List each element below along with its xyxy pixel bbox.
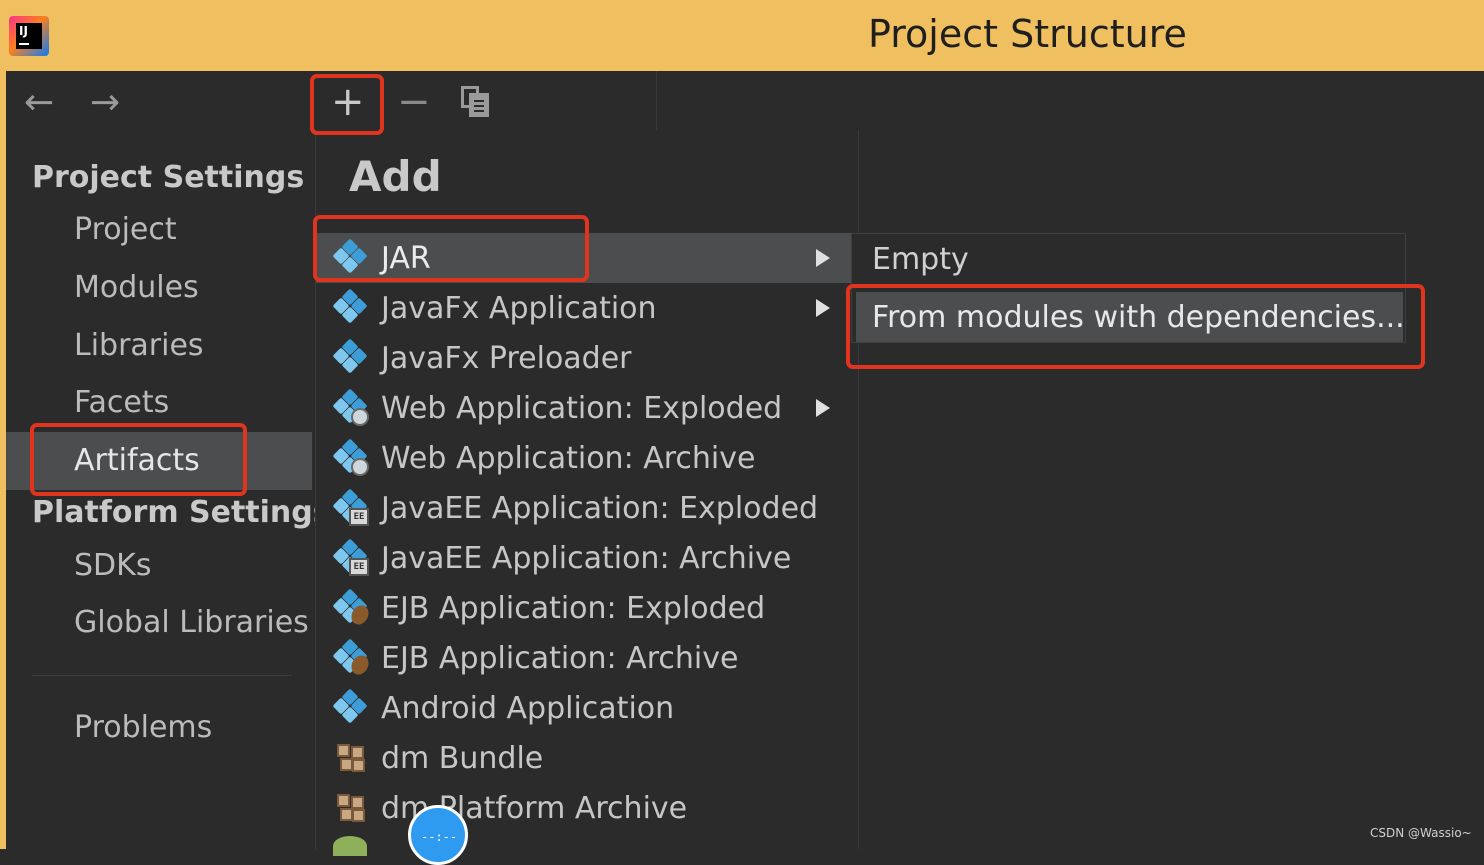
menu-item-label: JavaEE Application: Archive (381, 540, 792, 576)
submenu-arrow-icon (816, 299, 830, 317)
menu-item-label: JavaEE Application: Exploded (381, 490, 819, 526)
platform-settings-heading: Platform Settings (32, 495, 331, 530)
menu-item-web-application-archive[interactable]: Web Application: Archive (332, 433, 756, 483)
web-app-icon (332, 438, 369, 476)
annotation-box-jar (313, 215, 589, 282)
add-popup-title: Add (349, 152, 442, 201)
window-title: Project Structure (868, 12, 1187, 56)
sidebar-item-problems[interactable]: Problems (74, 710, 212, 745)
menu-item-javaee-application-exploded[interactable]: EE JavaEE Application: Exploded (332, 483, 819, 533)
menu-item-label: EJB Application: Exploded (381, 590, 766, 626)
forward-arrow-icon[interactable]: → (90, 82, 120, 123)
dm-bundle-icon (333, 740, 369, 776)
intellij-logo-icon: IJ (9, 16, 49, 56)
javaee-app-icon: EE (332, 488, 369, 526)
copy-icon[interactable] (461, 86, 491, 117)
annotation-box-artifacts (30, 423, 247, 496)
watermark: CSDN @Wassio~ (1370, 826, 1472, 840)
title-bar: IJ Project Structure (0, 0, 1484, 71)
menu-item-javafx-preloader[interactable]: JavaFx Preloader (332, 333, 632, 383)
annotation-box-add (310, 74, 384, 135)
app-logo-text: IJ (19, 24, 28, 38)
menu-item-android-application[interactable]: Android Application (332, 683, 675, 733)
menu-item-ejb-application-archive[interactable]: EJB Application: Archive (332, 633, 739, 683)
dm-platform-icon (333, 790, 369, 826)
menu-item-dm-platform-archive[interactable]: dm Platform Archive (333, 783, 687, 833)
menu-item-label: EJB Application: Archive (381, 640, 739, 676)
remove-button[interactable]: − (397, 80, 431, 124)
android-app-icon (332, 688, 369, 726)
toolbar-separator (656, 71, 657, 131)
menu-item-label: JavaFx Application (381, 290, 657, 326)
annotation-box-from-modules (846, 284, 1425, 369)
javafx-preloader-icon (332, 338, 369, 376)
javaee-app-icon: EE (332, 538, 369, 576)
web-app-icon (332, 388, 369, 426)
submenu-item-empty[interactable]: Empty (872, 242, 969, 277)
floating-timer-bubble[interactable]: --:-- (408, 805, 468, 865)
menu-item-label: JavaFx Preloader (381, 340, 632, 376)
sidebar-divider (32, 675, 292, 676)
menu-item-label: Web Application: Exploded (381, 390, 783, 426)
javafx-app-icon (332, 288, 369, 326)
sidebar-item-facets[interactable]: Facets (74, 385, 169, 420)
sidebar-item-modules[interactable]: Modules (74, 270, 199, 305)
sidebar-item-project[interactable]: Project (74, 212, 177, 247)
submenu-arrow-icon (816, 399, 830, 417)
menu-item-label: Web Application: Archive (381, 440, 756, 476)
android-partial-icon (333, 836, 367, 856)
sidebar-item-libraries[interactable]: Libraries (74, 328, 204, 363)
menu-item-label: Android Application (381, 690, 675, 726)
menu-item-ejb-application-exploded[interactable]: EJB Application: Exploded (332, 583, 766, 633)
menu-item-web-application-exploded[interactable]: Web Application: Exploded (332, 383, 783, 433)
ejb-app-icon (332, 588, 372, 628)
project-settings-heading: Project Settings (32, 160, 305, 195)
submenu-arrow-icon (816, 249, 830, 267)
sidebar-item-sdks[interactable]: SDKs (74, 548, 151, 583)
menu-item-dm-bundle[interactable]: dm Bundle (333, 733, 543, 783)
ejb-app-icon (332, 638, 372, 678)
sidebar-item-global-libraries[interactable]: Global Libraries (74, 605, 309, 640)
menu-item-javaee-application-archive[interactable]: EE JavaEE Application: Archive (332, 533, 792, 583)
menu-item-javafx-application[interactable]: JavaFx Application (332, 283, 657, 333)
menu-item-label: dm Bundle (381, 740, 544, 776)
back-arrow-icon[interactable]: ← (24, 82, 54, 123)
